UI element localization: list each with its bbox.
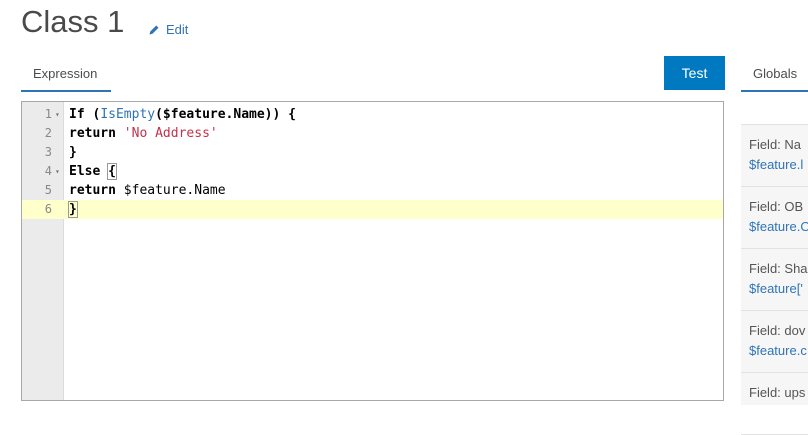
globals-item[interactable]: Field: dov $feature.c: [741, 311, 808, 373]
globals-item-label: Field: OB: [749, 199, 803, 214]
pencil-icon: [148, 24, 160, 36]
code-line[interactable]: 3}: [22, 143, 724, 162]
code-line[interactable]: 1▾ If (IsEmpty($feature.Name)) {: [22, 105, 724, 124]
code-text: return $feature.Name: [69, 181, 226, 200]
code-text: }: [69, 143, 77, 162]
tab-globals-label: Globals: [753, 66, 797, 81]
page-title: Class 1: [21, 4, 124, 40]
tab-expression-label: Expression: [33, 66, 97, 81]
globals-item-label: Field: dov: [749, 323, 805, 338]
code-text: }: [69, 200, 78, 219]
globals-item[interactable]: Field: Sha $feature[': [741, 249, 808, 311]
fold-arrow-icon[interactable]: ▾: [55, 162, 60, 181]
code-text: return 'No Address': [69, 124, 218, 143]
globals-item-value[interactable]: $feature.l: [749, 157, 803, 172]
line-number: 3: [22, 143, 52, 162]
code-text: If (IsEmpty($feature.Name)) {: [69, 105, 296, 124]
code-line[interactable]: 2 return 'No Address': [22, 124, 724, 143]
code-text: Else {: [69, 162, 116, 181]
line-number: 2: [22, 124, 52, 143]
line-number: 1: [22, 105, 52, 124]
code-line[interactable]: 4▾ Else {: [22, 162, 724, 181]
line-number: 5: [22, 181, 52, 200]
globals-item-label: Field: Sha: [749, 261, 808, 276]
code-line[interactable]: 5 return $feature.Name: [22, 181, 724, 200]
globals-item-label: Field: Na: [749, 137, 801, 152]
globals-item-value[interactable]: $feature.O: [749, 219, 808, 234]
text-cursor: [77, 202, 78, 217]
globals-item[interactable]: Field: ups: [741, 373, 808, 435]
fold-arrow-icon[interactable]: ▾: [55, 105, 60, 124]
tab-expression[interactable]: Expression: [21, 58, 111, 92]
globals-item[interactable]: Field: OB $feature.O: [741, 187, 808, 249]
code-line[interactable]: 6}: [22, 200, 724, 219]
code-editor[interactable]: 1▾If (IsEmpty($feature.Name)) {2return '…: [21, 101, 724, 401]
edit-label: Edit: [166, 22, 188, 37]
globals-list: Field: Na$feature.lField: OB$feature.OFi…: [741, 124, 808, 405]
line-number: 4: [22, 162, 52, 181]
globals-item[interactable]: Field: Na $feature.l: [741, 125, 808, 187]
globals-item-label: Field: ups: [749, 385, 805, 400]
tab-globals[interactable]: Globals: [741, 58, 808, 92]
test-button[interactable]: Test: [664, 56, 725, 90]
globals-item-value[interactable]: $feature[': [749, 281, 803, 296]
globals-item-value[interactable]: $feature.c: [749, 343, 807, 358]
edit-link[interactable]: Edit: [148, 22, 188, 37]
